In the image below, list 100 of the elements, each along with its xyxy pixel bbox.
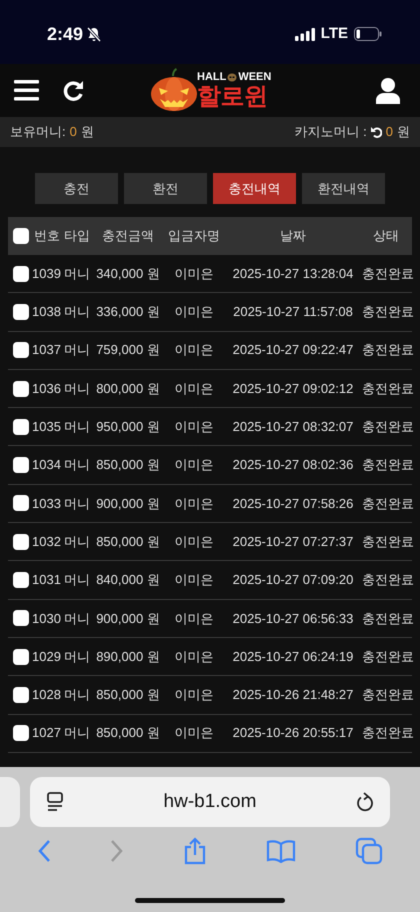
table-cell-text: 머니 bbox=[64, 303, 91, 322]
table-cell-text: 머니 bbox=[64, 686, 91, 704]
url-text: hw-b1.com bbox=[162, 790, 258, 814]
checkbox[interactable] bbox=[13, 266, 29, 282]
tab[interactable]: 충전내역 bbox=[213, 173, 296, 204]
table-cell-text: 2025-10-27 06:56:33 bbox=[232, 610, 354, 628]
table-cell-text: 800,000 원 bbox=[95, 380, 161, 398]
logo-text: HALL bbox=[197, 72, 226, 82]
table-cell-text: 1027 bbox=[32, 724, 62, 742]
checkbox[interactable] bbox=[13, 380, 29, 397]
pumpkin-icon bbox=[150, 68, 198, 112]
page-menu-icon[interactable] bbox=[46, 792, 64, 812]
checkbox[interactable] bbox=[13, 725, 29, 742]
table-cell-text: 이미은 bbox=[174, 494, 214, 513]
checkbox[interactable] bbox=[13, 686, 29, 703]
table-cell-text: 머니 bbox=[64, 264, 91, 283]
currency-unit: 원 bbox=[397, 123, 410, 142]
menu-icon[interactable] bbox=[14, 80, 39, 101]
user-icon[interactable] bbox=[376, 78, 400, 104]
table-cell-text: 2025-10-27 07:27:37 bbox=[232, 532, 354, 551]
column-header: 상태 bbox=[372, 227, 400, 246]
table-cell-text: 1028 bbox=[32, 686, 62, 704]
table-cell-text: 850,000 원 bbox=[95, 686, 161, 704]
table-cell-text: 1031 bbox=[32, 571, 62, 590]
refresh-icon[interactable] bbox=[63, 80, 84, 101]
table-cell-text: 336,000 원 bbox=[95, 303, 161, 322]
table-cell-text: 2025-10-27 11:57:08 bbox=[232, 303, 354, 322]
table-cell-text: 850,000 원 bbox=[95, 532, 161, 551]
signal-icon bbox=[294, 28, 315, 40]
table-cell-text: 머니 bbox=[64, 418, 91, 436]
table-cell-text: 2025-10-27 08:02:36 bbox=[232, 456, 354, 474]
bell-muted-icon bbox=[87, 26, 102, 42]
table-cell-text: 머니 bbox=[64, 456, 91, 474]
table-cell-text: 2025-10-27 09:02:12 bbox=[232, 380, 354, 398]
table-cell-text: 2025-10-27 09:22:47 bbox=[232, 341, 354, 360]
table-cell-text: 1038 bbox=[32, 303, 62, 322]
checkbox[interactable] bbox=[13, 572, 29, 588]
tab[interactable]: 환전내역 bbox=[302, 173, 385, 204]
table-cell-text: 이미은 bbox=[174, 724, 214, 742]
table-cell-text: 이미은 bbox=[174, 532, 214, 551]
balance-amount: 0 bbox=[386, 123, 393, 142]
column-header: 날짜 bbox=[279, 227, 307, 246]
checkbox[interactable] bbox=[13, 534, 29, 550]
table-cell-text: 머니 bbox=[64, 494, 91, 513]
address-bar[interactable]: hw-b1.com bbox=[30, 777, 390, 827]
table-cell-text: 이미은 bbox=[174, 456, 214, 474]
table-cell-text: 머니 bbox=[64, 724, 91, 742]
table-cell-text: 2025-10-27 13:28:04 bbox=[232, 264, 354, 283]
network-label: LTE bbox=[320, 24, 348, 44]
checkbox[interactable] bbox=[13, 418, 29, 435]
table-cell-text: 머니 bbox=[64, 571, 91, 590]
table-cell-text: 340,000 원 bbox=[95, 264, 161, 283]
currency-unit: 원 bbox=[80, 123, 94, 142]
column-header: 번호 bbox=[33, 227, 61, 246]
table-cell-text: 머니 bbox=[64, 610, 91, 628]
table-cell-text: 이미은 bbox=[174, 341, 214, 360]
table-cell-text: 2025-10-27 06:24:19 bbox=[232, 648, 354, 666]
checkbox[interactable] bbox=[13, 228, 29, 244]
pumpkin-face-icon bbox=[227, 72, 238, 82]
table-cell-text: 이미은 bbox=[174, 610, 214, 628]
table-cell-text: 950,000 원 bbox=[95, 418, 161, 436]
column-header: 입금자명 bbox=[167, 227, 221, 246]
table-cell-text: 900,000 원 bbox=[95, 610, 161, 628]
table-cell-text: 1036 bbox=[32, 380, 62, 398]
table-cell-text: 이미은 bbox=[174, 648, 214, 666]
tab[interactable]: 환전 bbox=[124, 173, 207, 204]
table-cell-text: 이미은 bbox=[174, 303, 214, 322]
table-cell-text: 759,000 원 bbox=[95, 341, 161, 360]
table-cell-text: 1030 bbox=[32, 610, 62, 628]
table-cell-text: 머니 bbox=[64, 532, 91, 551]
table-cell-text: 840,000 원 bbox=[95, 571, 161, 590]
checkbox[interactable] bbox=[13, 342, 29, 358]
table-cell-text: 890,000 원 bbox=[95, 648, 161, 666]
table-cell-text: 이미은 bbox=[174, 418, 214, 436]
table-cell-text: 1037 bbox=[32, 341, 62, 360]
table-cell-text: 1029 bbox=[32, 648, 62, 666]
table-cell-text: 머니 bbox=[64, 380, 91, 398]
table-cell-text: 2025-10-26 20:55:17 bbox=[232, 724, 354, 742]
table-cell-text: 2025-10-27 08:32:07 bbox=[232, 418, 354, 436]
table-cell-text: 1035 bbox=[32, 418, 62, 436]
tab[interactable]: 충전 bbox=[35, 173, 118, 204]
balance-label: 카지노머니 : bbox=[294, 123, 367, 142]
table-cell-text: 2025-10-26 21:48:27 bbox=[232, 686, 354, 704]
checkbox[interactable] bbox=[13, 304, 29, 320]
checkbox[interactable] bbox=[13, 648, 29, 665]
refresh-icon[interactable] bbox=[370, 126, 382, 138]
reload-icon[interactable] bbox=[356, 792, 374, 812]
table-cell-text: 850,000 원 bbox=[95, 456, 161, 474]
table-cell-text: 1039 bbox=[32, 264, 62, 283]
table-cell-text: 이미은 bbox=[174, 686, 214, 704]
checkbox[interactable] bbox=[13, 495, 29, 512]
battery-icon bbox=[354, 27, 382, 41]
status-time: 2:49 bbox=[47, 22, 84, 46]
column-header: 타입 bbox=[64, 227, 91, 246]
table-cell-text: 이미은 bbox=[174, 380, 214, 398]
checkbox[interactable] bbox=[13, 610, 29, 626]
table-cell-text: 2025-10-27 07:09:20 bbox=[232, 571, 354, 590]
table-cell-text: 2025-10-27 07:58:26 bbox=[232, 494, 354, 513]
table-cell-text: 이미은 bbox=[174, 264, 214, 283]
checkbox[interactable] bbox=[13, 457, 29, 474]
